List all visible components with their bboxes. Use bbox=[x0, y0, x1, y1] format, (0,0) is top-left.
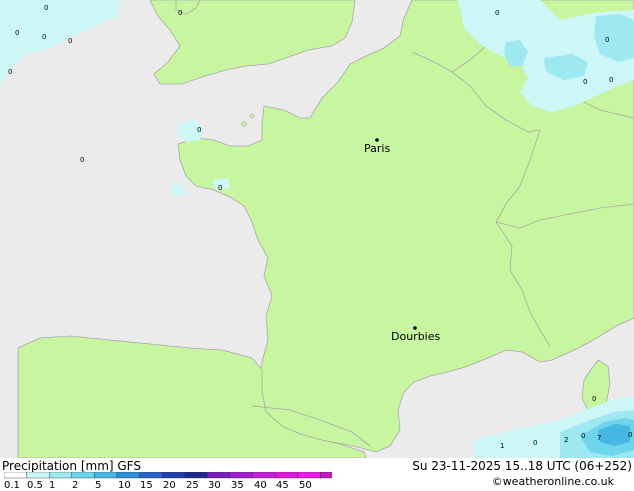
legend-swatch bbox=[229, 472, 253, 479]
precip-value-label: 0 bbox=[44, 4, 48, 12]
legend-tick-label: 35 bbox=[231, 480, 244, 491]
legend-swatch bbox=[4, 472, 27, 479]
legend-tick-label: 5 bbox=[95, 480, 102, 491]
legend-swatch bbox=[116, 472, 140, 479]
legend-ticks: 0.1 0.5 1 2 5 10 15 20 25 30 35 40 45 50 bbox=[0, 480, 330, 491]
precipitation-map: Paris Dourbies 0 0 0 0 0 0 0 0 0 0 0 0 0… bbox=[0, 0, 634, 458]
precip-value-label: 0 bbox=[197, 126, 201, 134]
land-channel-island bbox=[249, 113, 255, 119]
precip-value-label: 0 bbox=[628, 431, 632, 439]
city-label-dourbies: Dourbies bbox=[391, 330, 441, 343]
legend-tick-label: 30 bbox=[208, 480, 221, 491]
legend-swatch bbox=[184, 472, 208, 479]
legend-swatch bbox=[71, 472, 95, 479]
legend-title: Precipitation [mm] GFS bbox=[2, 459, 141, 473]
legend-swatch bbox=[320, 472, 332, 479]
precip-value-label: 0 bbox=[80, 156, 84, 164]
legend-swatch bbox=[161, 472, 185, 479]
legend-swatch bbox=[252, 472, 276, 479]
legend-tick-label: 1 bbox=[49, 480, 56, 491]
precip-value-label: 0 bbox=[8, 68, 12, 76]
city-label-paris: Paris bbox=[364, 142, 390, 155]
precip-value-label: 0 bbox=[178, 9, 182, 17]
legend-swatch bbox=[297, 472, 321, 479]
legend-tick-label: 2 bbox=[72, 480, 79, 491]
legend-tick-label: 0.5 bbox=[27, 480, 43, 491]
precip-value-label: 0 bbox=[592, 395, 596, 403]
legend-colorbar bbox=[4, 472, 332, 479]
legend-tick-label: 25 bbox=[186, 480, 199, 491]
legend-footer: Precipitation [mm] GFS Su 23-11-2025 15.… bbox=[0, 458, 634, 491]
precip-value-label: 0 bbox=[609, 76, 613, 84]
precip-value-label: 1 bbox=[500, 442, 504, 450]
precip-value-label: 7 bbox=[597, 434, 601, 442]
precip-value-label: 0 bbox=[42, 33, 46, 41]
precip-value-label: 2 bbox=[564, 436, 568, 444]
legend-swatch bbox=[275, 472, 299, 479]
land-channel-island bbox=[241, 121, 247, 127]
legend-swatch bbox=[94, 472, 118, 479]
legend-swatch bbox=[49, 472, 73, 479]
legend-tick-label: 50 bbox=[299, 480, 312, 491]
precip-value-label: 0 bbox=[15, 29, 19, 37]
legend-tick-label: 10 bbox=[118, 480, 131, 491]
legend-tick-label: 0.1 bbox=[4, 480, 20, 491]
precip-value-label: 0 bbox=[581, 432, 585, 440]
legend-tick-label: 45 bbox=[276, 480, 289, 491]
legend-tick-label: 15 bbox=[140, 480, 153, 491]
precip-value-label: 0 bbox=[605, 36, 609, 44]
legend-swatch bbox=[207, 472, 231, 479]
precip-value-label: 0 bbox=[218, 184, 222, 192]
forecast-datetime: Su 23-11-2025 15..18 UTC (06+252) bbox=[412, 459, 632, 473]
precip-value-label: 0 bbox=[495, 9, 499, 17]
legend-tick-label: 20 bbox=[163, 480, 176, 491]
legend-tick-label: 40 bbox=[254, 480, 267, 491]
legend-swatch bbox=[139, 472, 163, 479]
precip-value-label: 0 bbox=[583, 78, 587, 86]
legend-swatch bbox=[26, 472, 50, 479]
credit-text: ©weatheronline.co.uk bbox=[491, 475, 614, 488]
precip-value-label: 0 bbox=[68, 37, 72, 45]
precip-value-label: 0 bbox=[533, 439, 537, 447]
